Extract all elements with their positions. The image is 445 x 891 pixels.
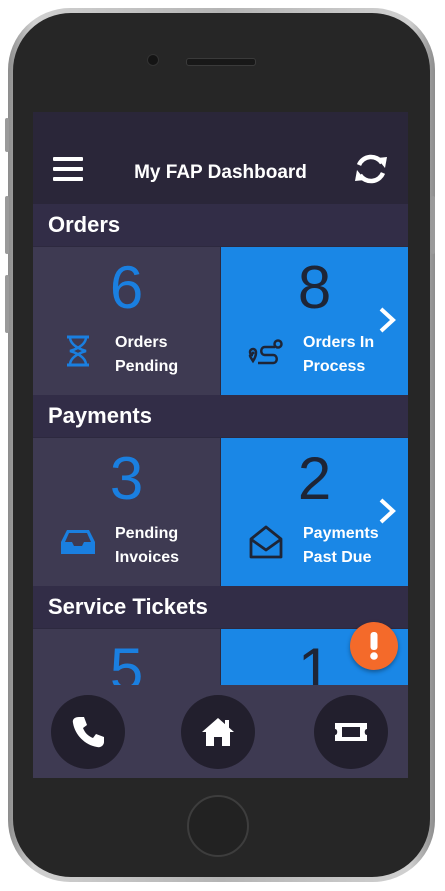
side-button-power [431,196,435,254]
chevron-right-icon[interactable] [376,496,398,526]
bottom-nav [33,685,408,778]
orders-pending-tile[interactable]: 6 Orders Pending [33,247,220,395]
tickets-nav-button[interactable] [314,695,388,769]
pending-invoices-tile[interactable]: 3 Pending Invoices [33,438,220,586]
open-envelope-icon [249,525,283,559]
pending-invoices-count: 3 [109,445,144,512]
home-nav-button[interactable] [181,695,255,769]
chevron-right-icon[interactable] [376,305,398,335]
payments-past-due-tile[interactable]: 2 Payments Past Due [221,438,408,586]
home-icon [202,718,234,746]
phone-nav-button[interactable] [51,695,125,769]
label-line-2: Invoices [115,549,180,566]
label-line-1: Payments [303,525,379,542]
orders-pending-label: Orders Pending [115,331,178,379]
phone-icon [72,717,104,748]
orders-in-process-label: Orders In Process [303,331,374,379]
section-header-payments: Payments [33,395,408,437]
section-header-orders: Orders [33,204,408,246]
payments-past-due-label: Payments Past Due [303,522,379,570]
payments-tiles: 3 Pending Invoices 2 Payments Past Due [33,438,408,586]
label-line-1: Pending [115,525,179,542]
alert-fab-button[interactable] [350,622,398,670]
orders-pending-count: 6 [109,254,144,321]
refresh-icon[interactable] [351,149,391,189]
inbox-tray-icon [61,530,95,554]
side-button-volume-down [5,275,9,333]
phone-home-button[interactable] [187,795,249,857]
label-line-2: Past Due [303,549,372,566]
orders-in-process-tile[interactable]: 8 Orders In Process [221,247,408,395]
hourglass-icon [67,335,89,367]
ticket-icon [335,723,367,741]
front-camera [147,54,159,66]
app-header: My FAP Dashboard [33,112,408,204]
side-button-mute [5,118,9,152]
route-icon [248,339,283,365]
exclamation-icon [370,632,378,660]
section-header-service-tickets: Service Tickets [33,586,408,628]
pending-invoices-label: Pending Invoices [115,522,179,570]
earpiece-speaker [186,58,256,66]
label-line-2: Pending [115,358,179,375]
side-button-volume-up [5,196,9,254]
orders-tiles: 6 Orders Pending 8 Orders In Process [33,247,408,395]
label-line-1: Orders In [303,334,375,351]
label-line-2: Process [303,358,366,375]
app-screen: My FAP Dashboard Orders 6 Orders Pending… [33,112,408,778]
label-line-1: Orders [115,334,168,351]
